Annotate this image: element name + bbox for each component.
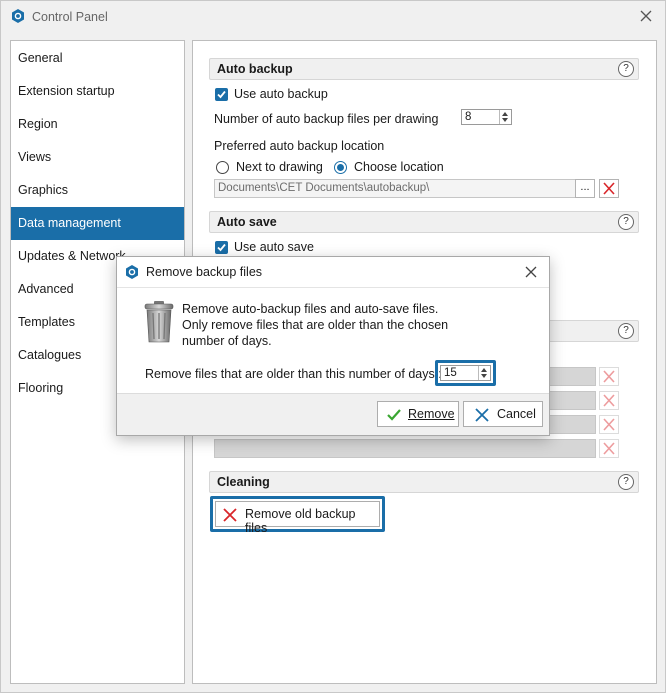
- backup-location-label: Preferred auto backup location: [214, 139, 385, 153]
- checkmark-icon: [217, 243, 226, 252]
- days-stepper[interactable]: 15: [440, 365, 491, 381]
- dialog-close-button[interactable]: [521, 262, 541, 282]
- cancel-button[interactable]: Cancel: [463, 401, 543, 427]
- window-close-button[interactable]: [635, 5, 657, 27]
- remove-old-backup-files-button[interactable]: Remove old backup files: [215, 501, 380, 535]
- help-icon[interactable]: ?: [618, 474, 634, 490]
- dialog-message-line2: Only remove files that are older than th…: [182, 318, 449, 332]
- delete-x-icon: [603, 442, 615, 455]
- backup-files-count-label: Number of auto backup files per drawing: [214, 112, 439, 126]
- remove-folder-button[interactable]: [599, 391, 619, 410]
- choose-location-label: Choose location: [354, 160, 444, 174]
- dialog-message-line1: Remove auto-backup files and auto-save f…: [182, 302, 439, 316]
- title-bar: Control Panel: [1, 1, 665, 33]
- auto-save-header: Auto save ?: [209, 211, 639, 233]
- next-to-drawing-label: Next to drawing: [236, 160, 323, 174]
- remove-button-label: Remove: [408, 407, 455, 421]
- help-icon[interactable]: ?: [618, 214, 634, 230]
- delete-x-icon: [603, 370, 615, 383]
- auto-backup-title: Auto backup: [217, 62, 293, 76]
- delete-x-icon: [603, 182, 615, 195]
- window-title: Control Panel: [32, 10, 108, 24]
- days-label: Remove files that are older than this nu…: [145, 367, 442, 381]
- use-auto-backup-checkbox[interactable]: [215, 88, 228, 101]
- remove-folder-button[interactable]: [599, 439, 619, 458]
- use-auto-backup-label: Use auto backup: [234, 87, 328, 101]
- stepper-arrows[interactable]: [499, 110, 511, 124]
- help-icon[interactable]: ?: [618, 323, 634, 339]
- stepper-up-icon: [502, 112, 508, 116]
- remove-folder-button[interactable]: [599, 367, 619, 386]
- dialog-body: Remove auto-backup files and auto-save f…: [117, 287, 549, 393]
- checkmark-icon: [217, 90, 226, 99]
- help-icon[interactable]: ?: [618, 61, 634, 77]
- next-to-drawing-radio[interactable]: [216, 161, 229, 174]
- stepper-arrows[interactable]: [478, 366, 490, 380]
- cleaning-title: Cleaning: [217, 475, 270, 489]
- dialog-title-bar: Remove backup files: [117, 257, 549, 287]
- backup-files-count-stepper[interactable]: 8: [461, 109, 512, 125]
- cancel-x-icon: [475, 408, 489, 422]
- delete-x-icon: [603, 394, 615, 407]
- use-auto-save-checkbox[interactable]: [215, 241, 228, 254]
- stepper-down-icon: [502, 118, 508, 122]
- backup-files-count-value: 8: [465, 111, 472, 123]
- dialog-footer: Remove Cancel: [117, 393, 549, 435]
- radio-dot: [337, 164, 344, 171]
- dialog-title: Remove backup files: [146, 265, 263, 279]
- auto-backup-header: Auto backup ?: [209, 58, 639, 80]
- sidebar-item-data-management[interactable]: Data management: [11, 207, 184, 240]
- choose-location-radio[interactable]: [334, 161, 347, 174]
- cancel-button-label: Cancel: [497, 407, 536, 421]
- close-icon: [525, 266, 537, 278]
- sidebar-item-extension-startup[interactable]: Extension startup: [11, 75, 184, 108]
- delete-x-icon: [223, 508, 237, 522]
- cleaning-header: Cleaning ?: [209, 471, 639, 493]
- checkmark-icon: [387, 409, 401, 421]
- trash-can-icon: [144, 301, 174, 343]
- stepper-up-icon: [481, 368, 487, 372]
- days-value: 15: [444, 367, 457, 379]
- close-icon: [640, 10, 652, 22]
- remove-old-backup-files-label: Remove old backup files: [245, 507, 356, 535]
- auto-save-title: Auto save: [217, 215, 277, 229]
- browse-button[interactable]: ...: [575, 179, 595, 198]
- app-logo-icon: [126, 265, 138, 279]
- dialog-message-line3: number of days.: [182, 334, 272, 348]
- clear-path-button[interactable]: [599, 179, 619, 198]
- backup-path-field[interactable]: Documents\CET Documents\autobackup\: [214, 179, 576, 198]
- app-logo-icon: [12, 9, 24, 23]
- sidebar-item-views[interactable]: Views: [11, 141, 184, 174]
- use-auto-save-label: Use auto save: [234, 240, 314, 254]
- sidebar-item-region[interactable]: Region: [11, 108, 184, 141]
- remove-folder-button[interactable]: [599, 415, 619, 434]
- sidebar-item-graphics[interactable]: Graphics: [11, 174, 184, 207]
- delete-x-icon: [603, 418, 615, 431]
- excluded-folder-field[interactable]: [214, 439, 596, 458]
- remove-button[interactable]: Remove: [377, 401, 459, 427]
- remove-backup-files-dialog: Remove backup files Remove auto-backup f…: [116, 256, 550, 436]
- stepper-down-icon: [481, 374, 487, 378]
- sidebar-item-general[interactable]: General: [11, 42, 184, 75]
